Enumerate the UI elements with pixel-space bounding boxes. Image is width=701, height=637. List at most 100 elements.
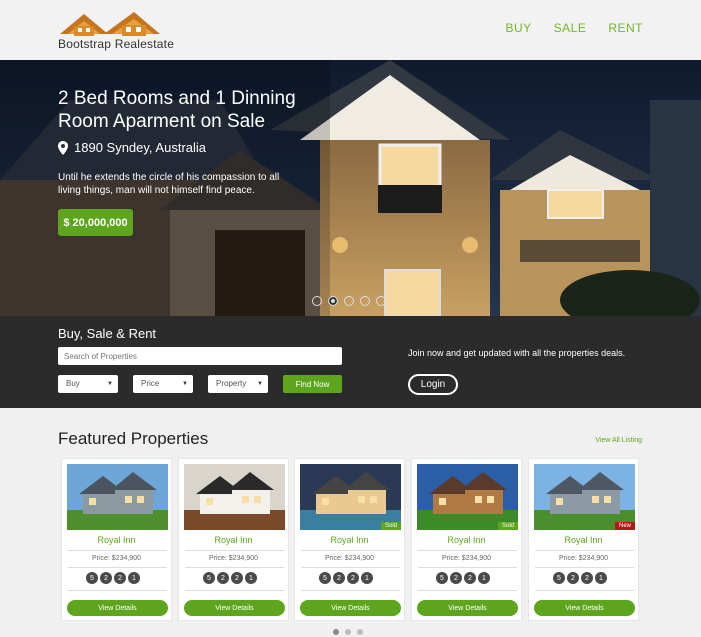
property-image[interactable]: Sold [300,464,401,530]
feature-count-badge: 5 [553,572,565,584]
slider-dot[interactable] [344,296,354,306]
search-title: Buy, Sale & Rent [58,326,157,341]
property-card[interactable]: Royal Inn Price: $234,900 5 2 2 1 View Details [178,458,289,621]
hero-location-text: 1890 Syndey, Australia [74,140,207,155]
property-name[interactable]: Royal Inn [295,535,404,545]
buy-select[interactable]: Buy ▼ [58,375,118,393]
slider-dot[interactable] [328,296,338,306]
property-image[interactable]: Sold [417,464,518,530]
pager-dot[interactable] [345,629,351,635]
view-details-button[interactable]: View Details [67,600,168,616]
divider [68,550,167,551]
property-card[interactable]: New Royal Inn Price: $234,900 5 2 2 1 View Deta… [528,458,639,621]
view-details-button[interactable]: View Details [184,600,285,616]
property-image[interactable] [184,464,285,530]
property-name[interactable]: Royal Inn [529,535,638,545]
chevron-down-icon: ▼ [257,381,263,387]
feature-count-badge: 1 [595,572,607,584]
feature-count-badge: 2 [333,572,345,584]
divider [301,550,400,551]
feature-count-badge: 2 [567,572,579,584]
property-card[interactable]: Sold Royal Inn Price: $234,900 5 2 2 1 View Det… [294,458,405,621]
chevron-down-icon: ▼ [182,381,188,387]
hero-slider: 2 Bed Rooms and 1 Dinning Room Aparment … [0,60,701,316]
map-pin-icon [58,140,68,155]
hero-price-button[interactable]: $ 20,000,000 [58,209,133,236]
feature-count-badge: 2 [114,572,126,584]
find-now-button[interactable]: Find Now [283,375,342,393]
site-header: Bootstrap Realestate BUY SALE RENT [0,0,701,60]
property-features: 5221 [553,572,607,584]
property-price: Price: $234,900 [91,555,142,562]
divider [418,590,517,591]
slider-dot[interactable] [312,296,322,306]
logo-text: Bootstrap Realestate [58,37,175,51]
feature-count-badge: 5 [319,572,331,584]
divider [68,590,167,591]
divider [535,550,634,551]
property-name[interactable]: Royal Inn [62,535,171,545]
feature-count-badge: 1 [361,572,373,584]
feature-count-badge: 5 [436,572,448,584]
slider-dot[interactable] [360,296,370,306]
divider [535,590,634,591]
property-features: 5221 [319,572,373,584]
status-badge: Sold [497,522,518,530]
nav-sale[interactable]: SALE [554,21,587,35]
pager-dot[interactable] [333,629,339,635]
property-image[interactable] [67,464,168,530]
divider [535,567,634,568]
property-card[interactable]: Royal Inn Price: $234,900 5 2 2 1 View Details [61,458,172,621]
property-price: Price: $234,900 [324,555,375,562]
property-select[interactable]: Property ▼ [208,375,268,393]
main-nav: BUY SALE RENT [505,21,643,35]
pager-dot[interactable] [357,629,363,635]
divider [301,590,400,591]
join-text: Join now and get updated with all the pr… [408,348,626,358]
logo[interactable]: Bootstrap Realestate [58,10,174,52]
feature-count-badge: 2 [347,572,359,584]
divider [185,567,284,568]
divider [301,567,400,568]
feature-count-badge: 2 [464,572,476,584]
price-select[interactable]: Price ▼ [133,375,193,393]
search-input[interactable] [58,347,342,365]
divider [68,567,167,568]
view-details-button[interactable]: View Details [534,600,635,616]
divider [185,590,284,591]
property-image[interactable]: New [534,464,635,530]
property-features: 5221 [86,572,140,584]
slider-dot[interactable] [376,296,386,306]
property-name[interactable]: Royal Inn [412,535,521,545]
status-badge: New [614,522,635,530]
buy-select-label: Buy [66,379,80,388]
login-button[interactable]: Login [408,374,458,395]
property-card[interactable]: Sold Royal Inn Price: $234,900 5 2 2 1 View Det… [411,458,522,621]
status-badge: Sold [380,522,401,530]
feature-count-badge: 2 [581,572,593,584]
property-price: Price: $234,900 [558,555,609,562]
property-name[interactable]: Royal Inn [179,535,288,545]
property-features: 5221 [436,572,490,584]
house-logo-icon [60,12,160,36]
property-price: Price: $234,900 [441,555,492,562]
feature-count-badge: 1 [478,572,490,584]
chevron-down-icon: ▼ [107,381,113,387]
nav-buy[interactable]: BUY [505,21,531,35]
divider [418,567,517,568]
property-features: 5221 [203,572,257,584]
view-all-link[interactable]: View All Listing [595,437,642,444]
view-details-button[interactable]: View Details [417,600,518,616]
search-band: Buy, Sale & Rent Buy ▼ Price ▼ Property … [0,316,701,408]
feature-count-badge: 2 [217,572,229,584]
view-details-button[interactable]: View Details [300,600,401,616]
price-select-label: Price [141,379,160,388]
feature-count-badge: 2 [450,572,462,584]
feature-count-badge: 2 [231,572,243,584]
nav-rent[interactable]: RENT [608,21,643,35]
slider-dots [312,296,386,306]
feature-count-badge: 2 [100,572,112,584]
feature-count-badge: 5 [203,572,215,584]
feature-count-badge: 1 [128,572,140,584]
feature-count-badge: 1 [245,572,257,584]
